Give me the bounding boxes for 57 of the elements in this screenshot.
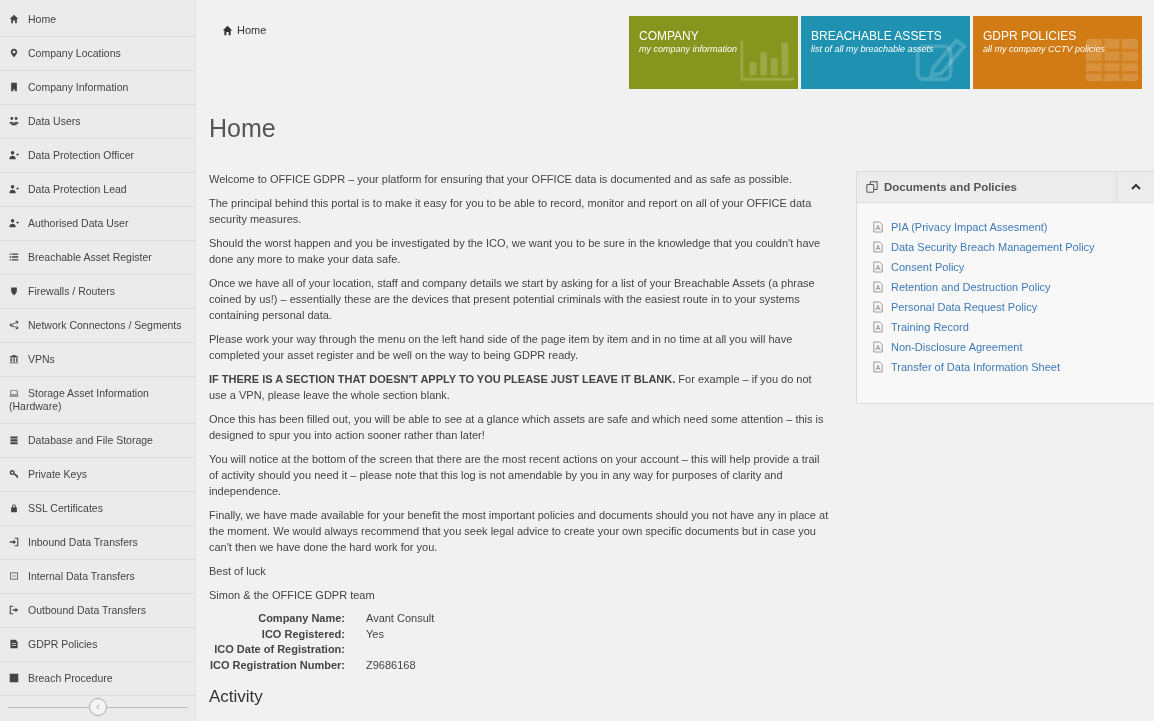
tile-subtitle: list of all my breachable assets bbox=[811, 43, 935, 55]
tile-subtitle: all my company CCTV policies bbox=[983, 43, 1107, 55]
section-heading: Activity bbox=[209, 687, 264, 707]
page-title: Home bbox=[209, 113, 277, 143]
sidebar-item[interactable]: Breachable Asset Register bbox=[0, 241, 195, 275]
sidebar-item[interactable]: Internal Data Transfers bbox=[0, 560, 195, 594]
panel-title: Documents and Policies bbox=[884, 181, 1018, 193]
detail-label: ICO Registration Number: bbox=[209, 657, 345, 673]
paragraph: Once this has been filled out, you will be able to see at a glance which assets are safe and which need some attention – this is designed to spur you into action sooner rather than later! bbox=[209, 412, 825, 443]
paragraph: Should the worst happen and you be investigated by the ICO, we want you to be sure in the knowledge that you couldn't have done any more to make your data safe. bbox=[209, 236, 822, 267]
breadcrumb[interactable]: Home bbox=[209, 16, 267, 36]
sidebar-item[interactable]: Storage Asset Information (Hardware) bbox=[0, 377, 195, 424]
paragraph: IF THERE IS A SECTION THAT DOESN'T APPLY TO YOU PLEASE JUST LEAVE IT BLANK. For example – if you do not use a VPN, please leave the whole section blank. bbox=[209, 372, 813, 403]
document-link[interactable]: Personal Data Request Policy bbox=[891, 301, 1038, 313]
document-link[interactable]: Non-Disclosure Agreement bbox=[891, 341, 1023, 353]
paragraph: Please work your way through the menu on the left hand side of the page item by item and in no time at all you will have completed your asset register and be well on the way to being GDPR ready. bbox=[209, 332, 794, 363]
detail-value: Z9686168 bbox=[366, 657, 417, 673]
sidebar-item[interactable]: Company Locations bbox=[0, 37, 195, 71]
document-link[interactable]: Training Record bbox=[891, 321, 969, 333]
paragraph: Finally, we have made available for your benefit the most important policies and documents should you not have any in place at the moment. We would always recommend that you seek legal advice to create your own specific documents but in case you can't then we have done the hard work for you. bbox=[209, 508, 830, 555]
tile-title: COMPANY bbox=[639, 29, 700, 43]
sidebar-item[interactable]: Company Information bbox=[0, 71, 195, 105]
sidebar-item[interactable]: Authorised Data User bbox=[0, 207, 195, 241]
document-link[interactable]: Data Security Breach Management Policy bbox=[891, 241, 1095, 253]
paragraph: Once we have all of your location, staff and company details we start by asking for a list of your Breachable Assets (a phrase coined by us!) – essentially these are the devices that present potential criminals with the easiest route in to your systems containing personal data. bbox=[209, 276, 816, 323]
detail-label: ICO Date of Registration: bbox=[213, 642, 345, 657]
sidebar-item[interactable]: GDPR Policies bbox=[0, 628, 195, 662]
sidebar-item[interactable]: VPNs bbox=[0, 343, 195, 377]
document-link[interactable]: Consent Policy bbox=[891, 261, 965, 273]
detail-value: Yes bbox=[366, 626, 385, 642]
detail-label: ICO Registered: bbox=[260, 626, 345, 642]
detail-label: Company Name: bbox=[257, 611, 345, 626]
breadcrumb-text[interactable]: Home bbox=[237, 24, 267, 36]
paragraph: Best of luck bbox=[209, 564, 267, 579]
dashboard-tile[interactable]: BREACHABLE ASSETS list of all my breachable assets bbox=[801, 16, 970, 89]
sidebar-item[interactable]: Home bbox=[0, 3, 195, 37]
sidebar-item[interactable]: Outbound Data Transfers bbox=[0, 594, 195, 628]
sidebar-item[interactable]: Private Keys bbox=[0, 458, 195, 492]
sidebar-item[interactable]: Data Protection Officer bbox=[0, 139, 195, 173]
document-link[interactable]: PIA (Privacy Impact Assesment) bbox=[891, 221, 1048, 233]
tile-title: GDPR POLICIES bbox=[983, 29, 1078, 43]
document-link[interactable]: Transfer of Data Information Sheet bbox=[891, 361, 1060, 373]
paragraph: You will notice at the bottom of the screen that there are the most recent actions on your account – this will help provide a trail of activity should you need it – please note that this log is not amendable by you in any way for purposes of clarity and independence. bbox=[209, 452, 821, 499]
sidebar-item[interactable]: Database and File Storage bbox=[0, 424, 195, 458]
sidebar-item[interactable]: Inbound Data Transfers bbox=[0, 526, 195, 560]
tile-subtitle: my company information bbox=[639, 43, 739, 55]
sidebar-item[interactable]: Data Protection Lead bbox=[0, 173, 195, 207]
paragraph: The principal behind this portal is to make it easy for you to be able to record, monitor and report on all of your OFFICE data security measures. bbox=[209, 196, 813, 227]
document-link[interactable]: Retention and Destruction Policy bbox=[891, 281, 1051, 293]
paragraph: Simon & the OFFICE GDPR team bbox=[209, 588, 376, 603]
sidebar-item[interactable]: Data Users bbox=[0, 105, 195, 139]
sidebar-item[interactable]: Network Connectons / Segments bbox=[0, 309, 195, 343]
tile-title: BREACHABLE ASSETS bbox=[811, 29, 943, 43]
detail-value: Avant Consult bbox=[366, 611, 436, 626]
sidebar-item[interactable]: Firewalls / Routers bbox=[0, 275, 195, 309]
sidebar-item[interactable]: SSL Certificates bbox=[0, 492, 195, 526]
paragraph: Welcome to OFFICE GDPR – your platform for ensuring that your OFFICE data is documented and as safe as possible. bbox=[209, 172, 794, 187]
